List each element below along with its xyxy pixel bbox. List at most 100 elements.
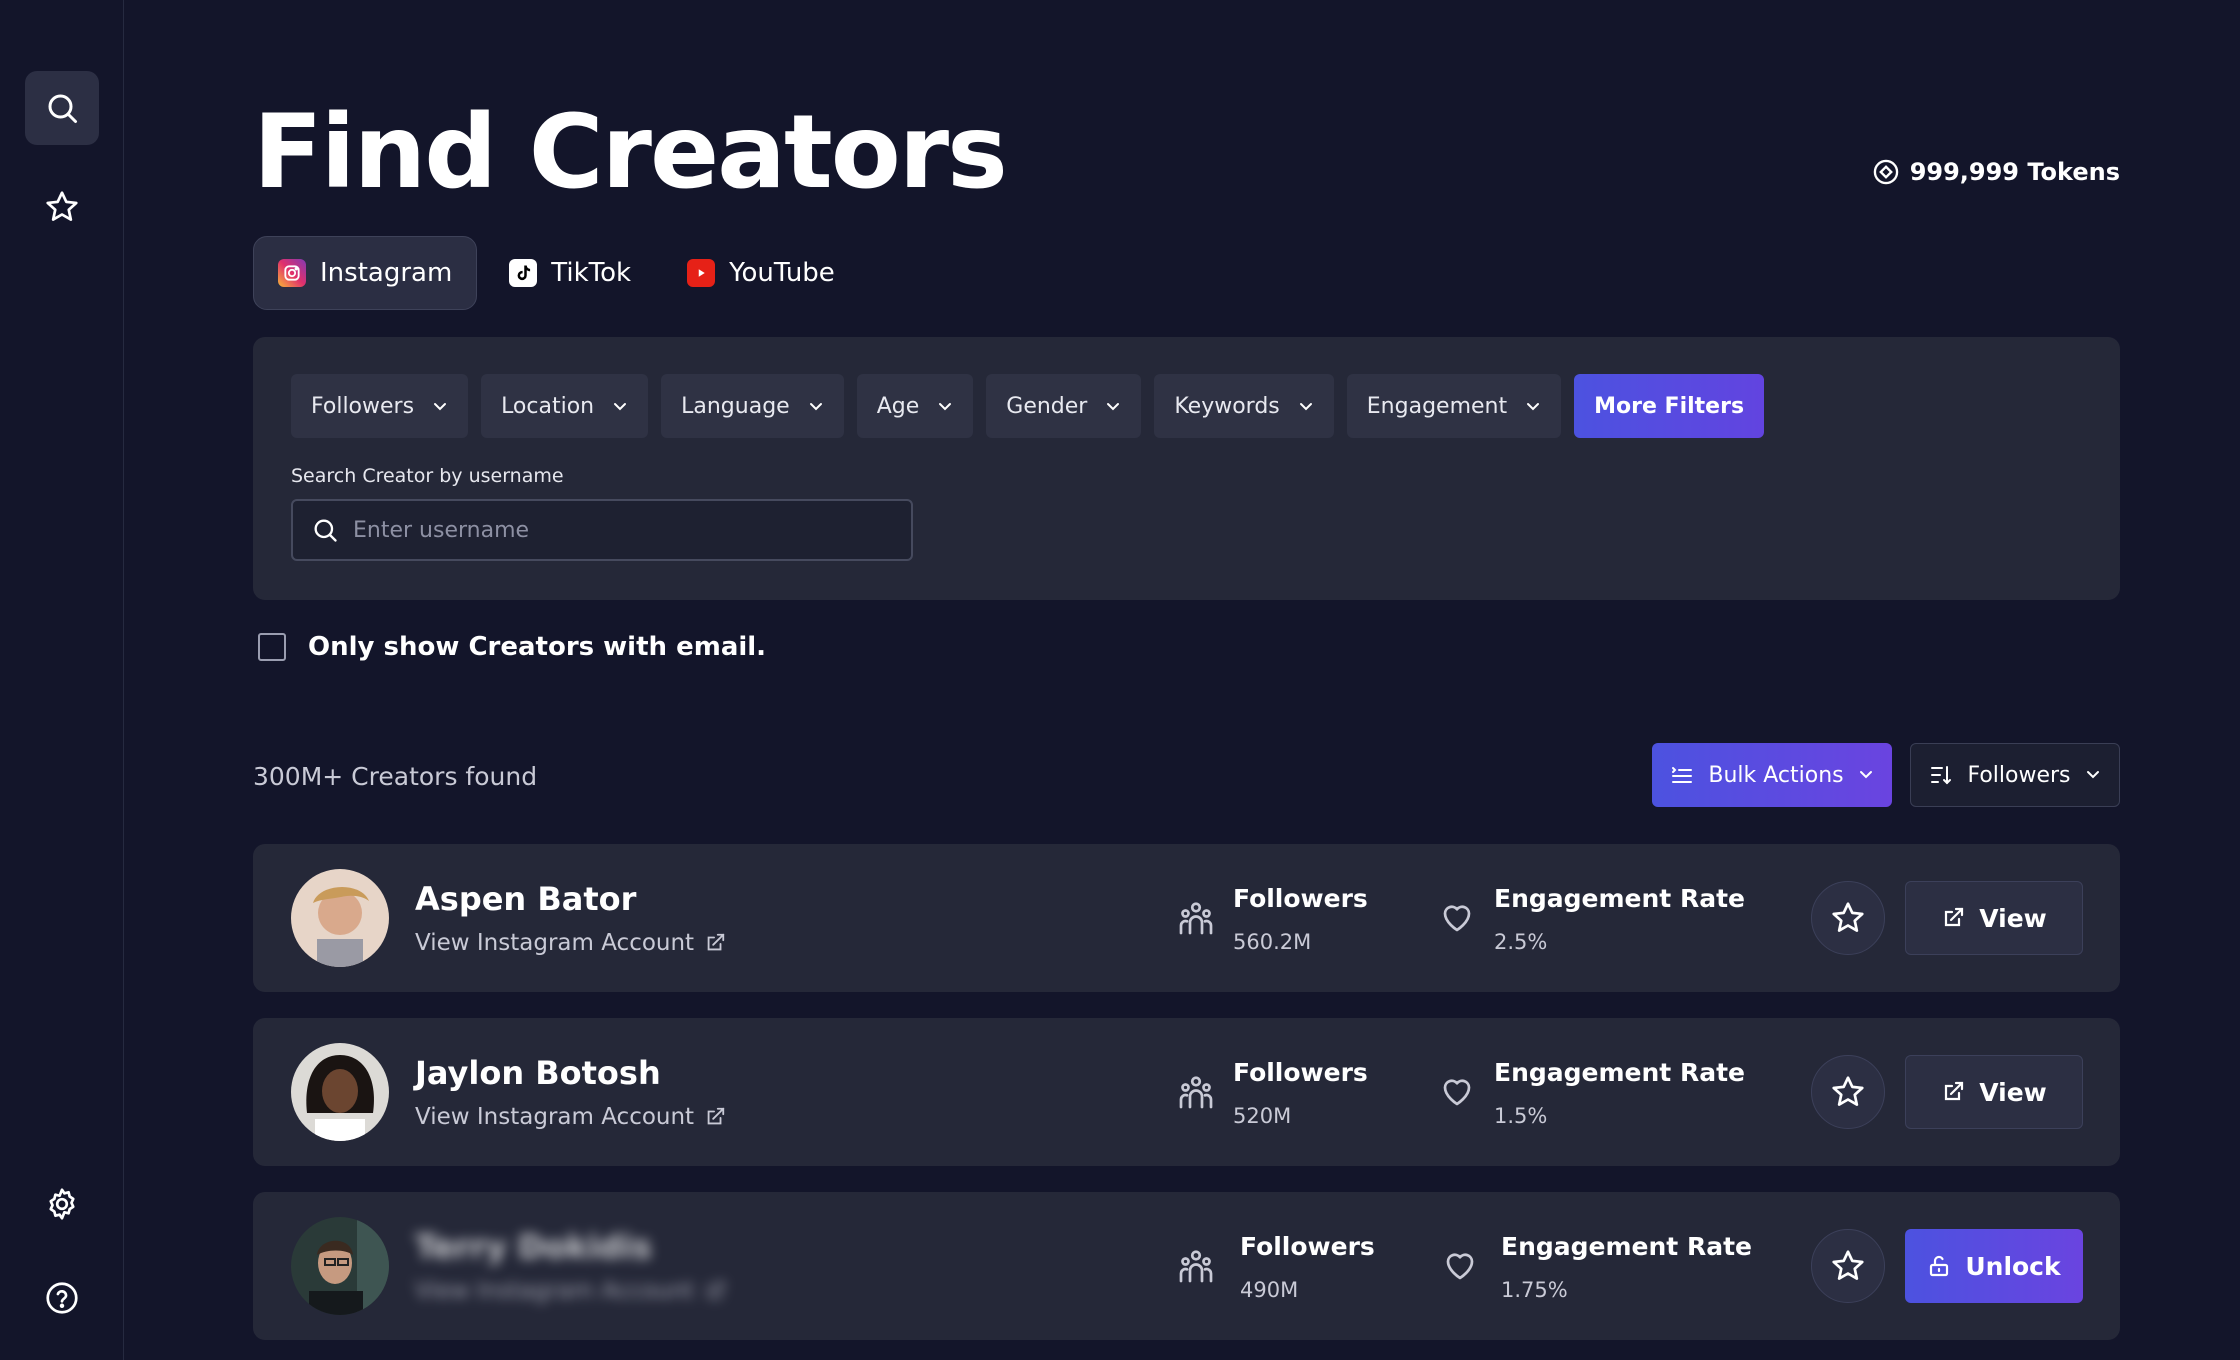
followers-icon: [1179, 1076, 1213, 1109]
engagement-label: Engagement Rate: [1501, 1232, 1752, 1261]
results-count: 300M+ Creators found: [253, 762, 538, 791]
instagram-account-link: View Instagram Account: [415, 1278, 726, 1304]
creator-card: Jaylon Botosh View Instagram Account Fol…: [253, 1018, 2120, 1166]
link-label: View Instagram Account: [415, 930, 695, 956]
token-count: 999,999 Tokens: [1909, 158, 2120, 186]
heart-icon: [1443, 1079, 1471, 1106]
view-button[interactable]: View: [1905, 1055, 2083, 1129]
filter-label: Engagement: [1366, 393, 1508, 419]
sort-button[interactable]: Followers: [1910, 743, 2120, 807]
help-icon: [46, 1282, 78, 1314]
view-label: View: [1979, 1077, 2047, 1107]
followers-value: 560.2M: [1233, 930, 1312, 954]
avatar: [291, 1043, 389, 1141]
email-filter-label: Only show Creators with email.: [308, 632, 767, 662]
filter-keywords[interactable]: Keywords: [1154, 374, 1334, 438]
list-check-icon: [1672, 767, 1693, 783]
username-search[interactable]: [291, 499, 913, 561]
search-input[interactable]: [353, 517, 873, 543]
external-link-icon: [1945, 907, 1964, 927]
search-icon: [314, 519, 337, 542]
sort-label: Followers: [1967, 762, 2071, 788]
filter-location[interactable]: Location: [481, 374, 649, 438]
email-filter[interactable]: Only show Creators with email.: [258, 632, 766, 662]
heart-icon: [1446, 1253, 1474, 1280]
filter-bar: Followers Location Language Age Gender K…: [291, 374, 1765, 438]
heart-icon: [1443, 905, 1471, 932]
external-link-icon: [707, 1281, 725, 1299]
chevron-down-icon: [809, 403, 822, 411]
external-link-icon: [707, 933, 725, 951]
chevron-down-icon: [1527, 403, 1540, 411]
favorite-button[interactable]: [1811, 881, 1885, 955]
engagement-value: 1.75%: [1501, 1278, 1568, 1302]
view-button[interactable]: View: [1905, 881, 2083, 955]
filter-engagement[interactable]: Engagement: [1346, 374, 1562, 438]
tab-label: Instagram: [320, 258, 453, 288]
engagement-value: 1.5%: [1494, 1104, 1548, 1128]
chevron-down-icon: [1299, 403, 1312, 411]
instagram-icon: [278, 259, 306, 287]
followers-icon: [1179, 902, 1213, 935]
chevron-down-icon: [434, 403, 447, 411]
bulk-actions-label: Bulk Actions: [1708, 762, 1844, 788]
filter-gender[interactable]: Gender: [986, 374, 1142, 438]
engagement-label: Engagement Rate: [1494, 1058, 1745, 1087]
filter-followers[interactable]: Followers: [291, 374, 469, 438]
followers-icon: [1179, 1250, 1213, 1283]
star-icon: [1832, 1250, 1864, 1280]
chevron-down-icon: [1859, 770, 1872, 778]
creator-name: Terry Dokidis: [415, 1228, 652, 1266]
creator-name: Aspen Bator: [415, 880, 637, 918]
sidebar-item-search[interactable]: [25, 71, 99, 145]
filter-panel: Followers Location Language Age Gender K…: [253, 337, 2120, 600]
filter-language[interactable]: Language: [661, 374, 844, 438]
external-link-icon: [707, 1107, 725, 1125]
email-checkbox[interactable]: [258, 633, 286, 661]
token-icon: [1873, 159, 1898, 185]
main-content: Find Creators 999,999 Tokens Instagram T…: [253, 0, 2120, 1360]
platform-tabs: Instagram TikTok YouTube: [253, 236, 859, 310]
tab-label: TikTok: [551, 258, 632, 288]
chevron-down-icon: [1107, 403, 1120, 411]
link-label: View Instagram Account: [415, 1104, 695, 1130]
tab-tiktok[interactable]: TikTok: [485, 236, 655, 310]
chevron-down-icon: [614, 403, 627, 411]
creator-card: Aspen Bator View Instagram Account Follo…: [253, 844, 2120, 992]
search-label: Search Creator by username: [291, 465, 564, 487]
engagement-value: 2.5%: [1494, 930, 1548, 954]
engagement-label: Engagement Rate: [1494, 884, 1745, 913]
star-icon: [1832, 902, 1864, 932]
sidebar-item-settings[interactable]: [25, 1167, 99, 1241]
filter-label: Followers: [311, 393, 415, 419]
unlock-label: Unlock: [1965, 1251, 2061, 1281]
instagram-account-link[interactable]: View Instagram Account: [415, 930, 726, 956]
followers-label: Followers: [1233, 1058, 1368, 1087]
search-icon: [48, 94, 77, 123]
followers-value: 520M: [1233, 1104, 1292, 1128]
star-icon: [1832, 1076, 1864, 1106]
gear-icon: [49, 1188, 75, 1220]
unlock-button[interactable]: Unlock: [1905, 1229, 2083, 1303]
view-label: View: [1979, 903, 2047, 933]
star-icon: [46, 191, 78, 221]
creator-card: Terry Dokidis View Instagram Account Fol…: [253, 1192, 2120, 1340]
filter-label: Keywords: [1174, 393, 1280, 419]
sort-icon: [1931, 766, 1952, 785]
link-label: View Instagram Account: [415, 1278, 695, 1304]
tab-instagram[interactable]: Instagram: [253, 236, 478, 310]
filter-age[interactable]: Age: [856, 374, 974, 438]
tab-label: YouTube: [729, 258, 835, 288]
sidebar-item-help[interactable]: [25, 1261, 99, 1335]
favorite-button[interactable]: [1811, 1055, 1885, 1129]
filter-label: Location: [501, 393, 595, 419]
tab-youtube[interactable]: YouTube: [663, 236, 859, 310]
sidebar-item-favorites[interactable]: [25, 170, 99, 244]
tiktok-icon: [509, 259, 538, 287]
favorite-button[interactable]: [1811, 1229, 1885, 1303]
more-filters-button[interactable]: More Filters: [1574, 374, 1765, 438]
instagram-account-link[interactable]: View Instagram Account: [415, 1104, 726, 1130]
external-link-icon: [1945, 1081, 1964, 1101]
bulk-actions-button[interactable]: Bulk Actions: [1652, 743, 1892, 807]
creator-name: Jaylon Botosh: [415, 1054, 661, 1092]
